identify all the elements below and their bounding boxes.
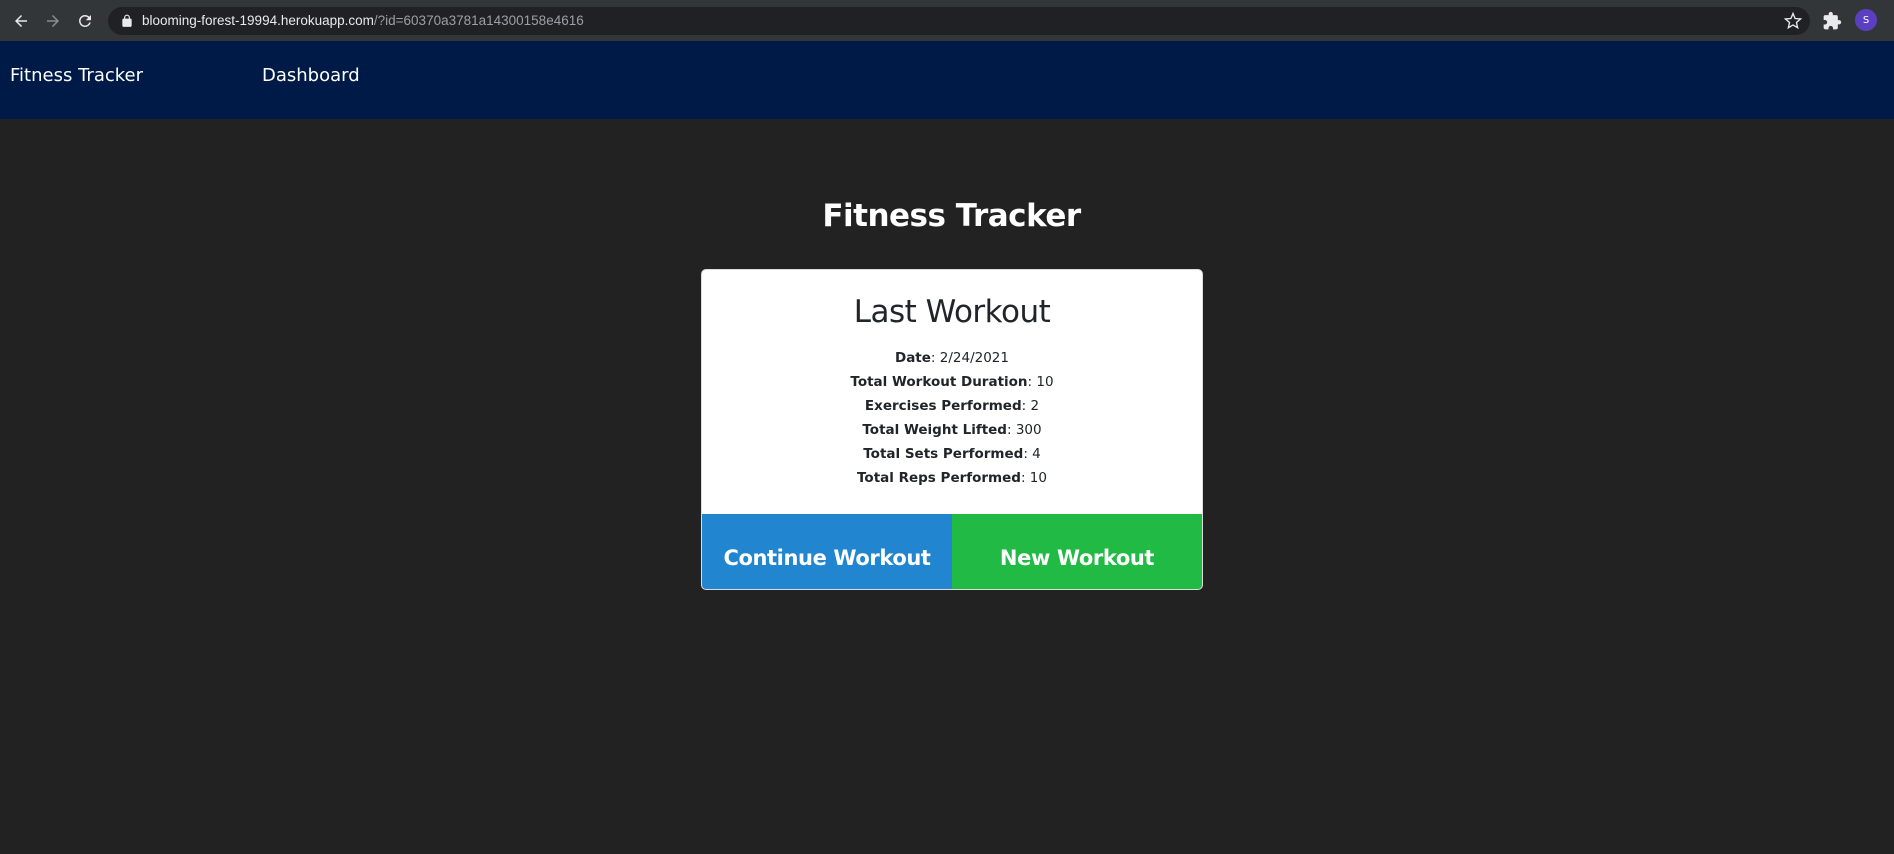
url-text: blooming-forest-19994.herokuapp.com/?id=… [142,13,584,29]
card-buttons: Continue Workout New Workout [702,514,1202,589]
card-title: Last Workout [853,294,1051,330]
profile-avatar[interactable]: S [1855,9,1877,31]
stat-exercises-performed: Exercises Performed: 2 [864,398,1040,414]
url-host: blooming-forest-19994.herokuapp.com [142,13,374,28]
page-title: Fitness Tracker [822,198,1081,234]
continue-workout-button[interactable]: Continue Workout [702,514,952,589]
stat-label: Total Workout Duration [850,374,1028,390]
browser-toolbar: blooming-forest-19994.herokuapp.com/?id=… [0,0,1894,41]
address-bar[interactable]: blooming-forest-19994.herokuapp.com/?id=… [108,7,1810,35]
stat-total-duration: Total Workout Duration: 10 [850,374,1054,390]
reload-icon[interactable] [74,10,96,32]
stat-weight-lifted: Total Weight Lifted: 300 [862,422,1042,438]
stat-label: Total Sets Performed [863,446,1024,462]
app-navbar: Fitness Tracker Dashboard [0,41,1894,119]
extensions-puzzle-icon[interactable] [1822,11,1842,31]
nav-link-dashboard[interactable]: Dashboard [262,65,360,86]
stat-date: Date: 2/24/2021 [894,350,1009,366]
stat-value: 2 [1030,398,1040,414]
stat-label: Total Reps Performed [857,470,1021,486]
stat-value: 4 [1032,446,1041,462]
lock-icon [122,14,132,27]
stat-label: Total Weight Lifted [862,422,1007,438]
url-path: /?id=60370a3781a14300158e4616 [373,13,584,28]
star-icon[interactable] [1784,12,1802,30]
stat-label: Date [894,350,931,366]
stat-value: 10 [1036,374,1054,390]
stat-reps-performed: Total Reps Performed: 10 [857,470,1047,486]
workout-stats: Date: 2/24/2021 Total Workout Duration: … [702,346,1202,490]
stat-label: Exercises Performed [864,398,1022,414]
back-arrow-icon[interactable] [10,10,32,32]
new-workout-button[interactable]: New Workout [952,514,1202,589]
stat-value: 10 [1029,470,1047,486]
navbar-brand[interactable]: Fitness Tracker [10,65,143,86]
forward-arrow-icon[interactable] [42,10,64,32]
stat-sets-performed: Total Sets Performed: 4 [863,446,1041,462]
stat-value: 2/24/2021 [939,350,1009,366]
stat-value: 300 [1015,422,1042,438]
last-workout-card: Last Workout Date: 2/24/2021 Total Worko… [701,269,1203,590]
